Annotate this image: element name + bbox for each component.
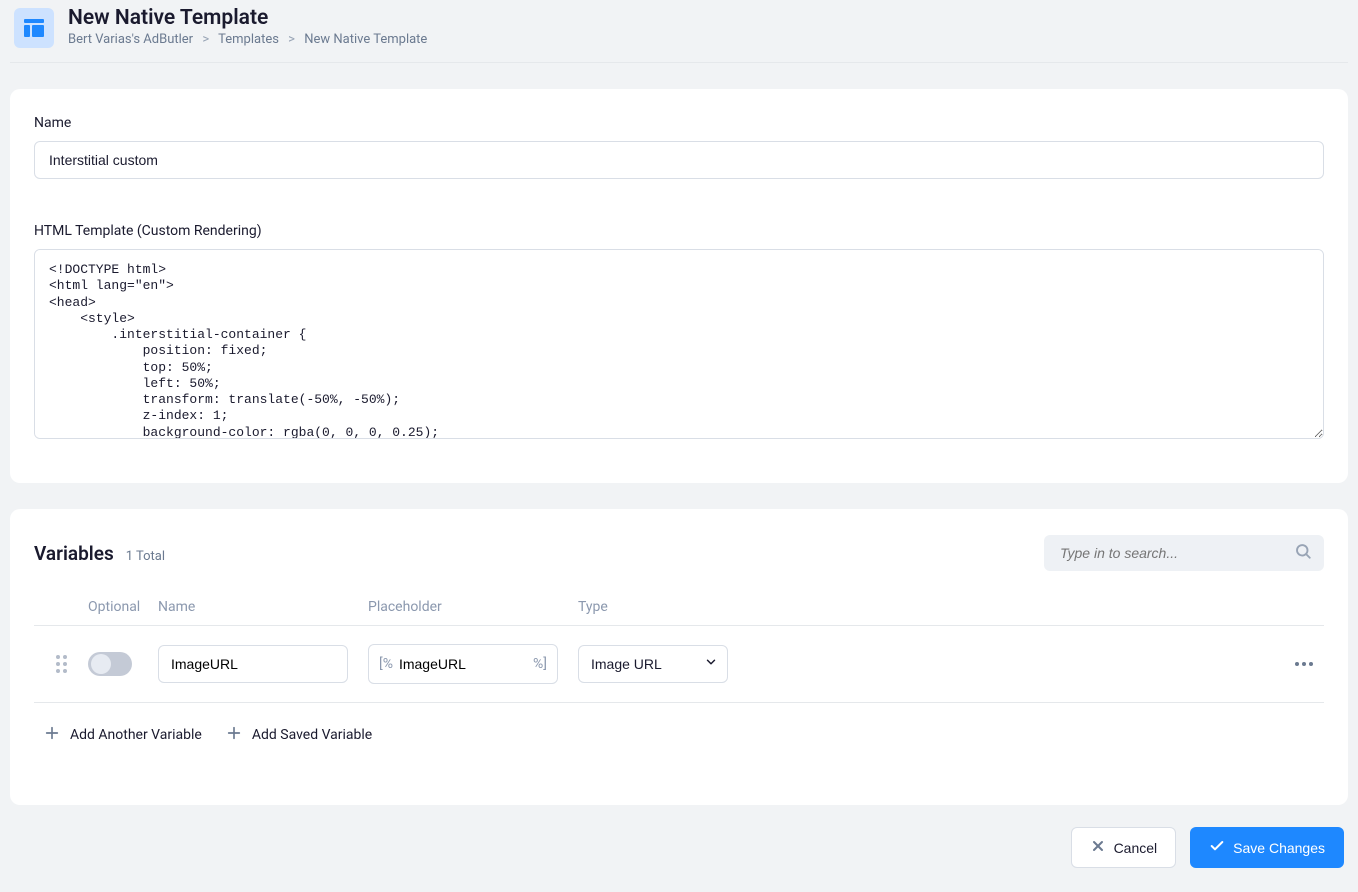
variable-type-select[interactable]: Image URL: [578, 645, 728, 683]
breadcrumb-separator: >: [288, 32, 295, 47]
search-icon: [1294, 542, 1312, 564]
breadcrumb: Bert Varias's AdButler > Templates > New…: [68, 32, 427, 47]
html-template-label: HTML Template (Custom Rendering): [34, 223, 1324, 239]
column-placeholder: Placeholder: [368, 599, 578, 615]
plus-icon: [226, 725, 242, 745]
close-icon: [1090, 838, 1106, 857]
check-icon: [1209, 838, 1225, 857]
cancel-button[interactable]: Cancel: [1071, 827, 1177, 868]
breadcrumb-current: New Native Template: [304, 32, 427, 47]
variable-placeholder-input-wrap: [% %]: [368, 644, 558, 684]
placeholder-prefix: [%: [379, 656, 393, 672]
template-icon: [14, 8, 54, 48]
name-label: Name: [34, 115, 1324, 131]
page-header: New Native Template Bert Varias's AdButl…: [10, 0, 1348, 63]
optional-toggle[interactable]: [88, 652, 132, 676]
add-another-variable-button[interactable]: Add Another Variable: [44, 725, 202, 745]
variable-placeholder-input[interactable]: [393, 656, 533, 672]
plus-icon: [44, 725, 60, 745]
variable-name-input[interactable]: [158, 645, 348, 683]
variables-table-header: Optional Name Placeholder Type: [34, 589, 1324, 626]
variables-search: [1044, 535, 1324, 571]
variables-count: 1 Total: [126, 549, 165, 564]
table-row: [% %] Image URL: [34, 626, 1324, 703]
footer-actions: Cancel Save Changes: [10, 805, 1348, 868]
column-type: Type: [578, 599, 738, 615]
row-menu-button[interactable]: [1284, 662, 1324, 666]
name-input[interactable]: [34, 141, 1324, 179]
add-saved-label: Add Saved Variable: [252, 727, 372, 743]
search-input[interactable]: [1044, 535, 1324, 571]
add-saved-variable-button[interactable]: Add Saved Variable: [226, 725, 372, 745]
page-title: New Native Template: [68, 6, 427, 30]
cancel-label: Cancel: [1114, 840, 1158, 856]
breadcrumb-templates[interactable]: Templates: [218, 32, 279, 47]
column-name: Name: [158, 599, 368, 615]
breadcrumb-separator: >: [202, 32, 209, 47]
variables-card: Variables 1 Total Optional Name Placehol…: [10, 509, 1348, 805]
html-template-textarea[interactable]: [34, 249, 1324, 439]
variables-title: Variables: [34, 542, 114, 565]
drag-handle[interactable]: [34, 655, 88, 673]
save-label: Save Changes: [1233, 840, 1325, 856]
breadcrumb-home[interactable]: Bert Varias's AdButler: [68, 32, 193, 47]
add-another-label: Add Another Variable: [70, 727, 202, 743]
save-button[interactable]: Save Changes: [1190, 827, 1344, 868]
column-optional: Optional: [88, 599, 158, 615]
template-form-card: Name HTML Template (Custom Rendering): [10, 89, 1348, 483]
placeholder-suffix: %]: [533, 656, 547, 672]
